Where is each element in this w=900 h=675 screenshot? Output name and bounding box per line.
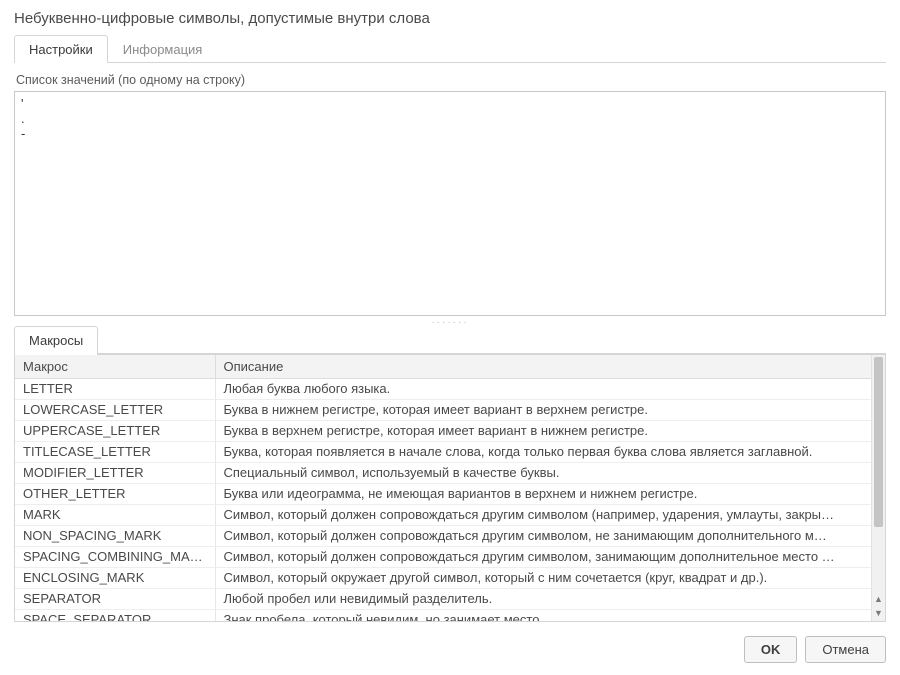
macro-cell: NON_SPACING_MARK [15,526,215,547]
desc-cell: Специальный символ, используемый в качес… [215,463,871,484]
tab-macros[interactable]: Макросы [14,326,98,354]
macro-cell: LETTER [15,379,215,400]
macro-cell: ENCLOSING_MARK [15,568,215,589]
desc-cell: Буква, которая появляется в начале слова… [215,442,871,463]
table-row[interactable]: SPACING_COMBINING_MARKСимвол, который до… [15,547,871,568]
table-row[interactable]: LOWERCASE_LETTERБуква в нижнем регистре,… [15,400,871,421]
table-scrollbar[interactable]: ▲ ▼ [871,355,885,621]
macro-cell: OTHER_LETTER [15,484,215,505]
macro-cell: LOWERCASE_LETTER [15,400,215,421]
desc-cell: Символ, который окружает другой символ, … [215,568,871,589]
desc-cell: Символ, который должен сопровождаться др… [215,505,871,526]
desc-cell: Любая буква любого языка. [215,379,871,400]
macro-cell: UPPERCASE_LETTER [15,421,215,442]
table-row[interactable]: SPACE_SEPARATORЗнак пробела, который нев… [15,610,871,622]
desc-cell: Буква или идеограмма, не имеющая вариант… [215,484,871,505]
desc-cell: Символ, который должен сопровождаться др… [215,526,871,547]
macro-cell: MARK [15,505,215,526]
table-row[interactable]: MODIFIER_LETTERСпециальный символ, испол… [15,463,871,484]
col-header-macro[interactable]: Макрос [15,355,215,379]
value-list-label: Список значений (по одному на строку) [14,71,886,91]
table-row[interactable]: OTHER_LETTERБуква или идеограмма, не име… [15,484,871,505]
cancel-button[interactable]: Отмена [805,636,886,663]
dialog-title: Небуквенно-цифровые символы, допустимые … [0,0,900,35]
table-row[interactable]: SEPARATORЛюбой пробел или невидимый разд… [15,589,871,610]
desc-cell: Знак пробела, который невидим, но занима… [215,610,871,622]
upper-tabs: Настройки Информация [0,35,900,63]
scrollbar-thumb[interactable] [874,357,883,527]
ok-button[interactable]: OK [744,636,798,663]
table-row[interactable]: TITLECASE_LETTERБуква, которая появляетс… [15,442,871,463]
macro-cell: SPACING_COMBINING_MARK [15,547,215,568]
macro-cell: MODIFIER_LETTER [15,463,215,484]
lower-tabs: Макросы [0,326,900,354]
table-row[interactable]: MARKСимвол, который должен сопровождатьс… [15,505,871,526]
macro-cell: TITLECASE_LETTER [15,442,215,463]
desc-cell: Символ, который должен сопровождаться др… [215,547,871,568]
desc-cell: Буква в нижнем регистре, которая имеет в… [215,400,871,421]
value-list-input[interactable] [14,91,886,316]
scroll-up-icon[interactable]: ▲ [874,593,883,605]
scroll-down-icon[interactable]: ▼ [874,607,883,619]
table-row[interactable]: ENCLOSING_MARKСимвол, который окружает д… [15,568,871,589]
macro-cell: SEPARATOR [15,589,215,610]
desc-cell: Любой пробел или невидимый разделитель. [215,589,871,610]
table-row[interactable]: LETTERЛюбая буква любого языка. [15,379,871,400]
tab-info[interactable]: Информация [108,35,218,63]
table-row[interactable]: UPPERCASE_LETTERБуква в верхнем регистре… [15,421,871,442]
macro-cell: SPACE_SEPARATOR [15,610,215,622]
macros-table: Макрос Описание LETTERЛюбая буква любого… [15,355,871,621]
col-header-desc[interactable]: Описание [215,355,871,379]
desc-cell: Буква в верхнем регистре, которая имеет … [215,421,871,442]
tab-settings[interactable]: Настройки [14,35,108,63]
table-row[interactable]: NON_SPACING_MARKСимвол, который должен с… [15,526,871,547]
